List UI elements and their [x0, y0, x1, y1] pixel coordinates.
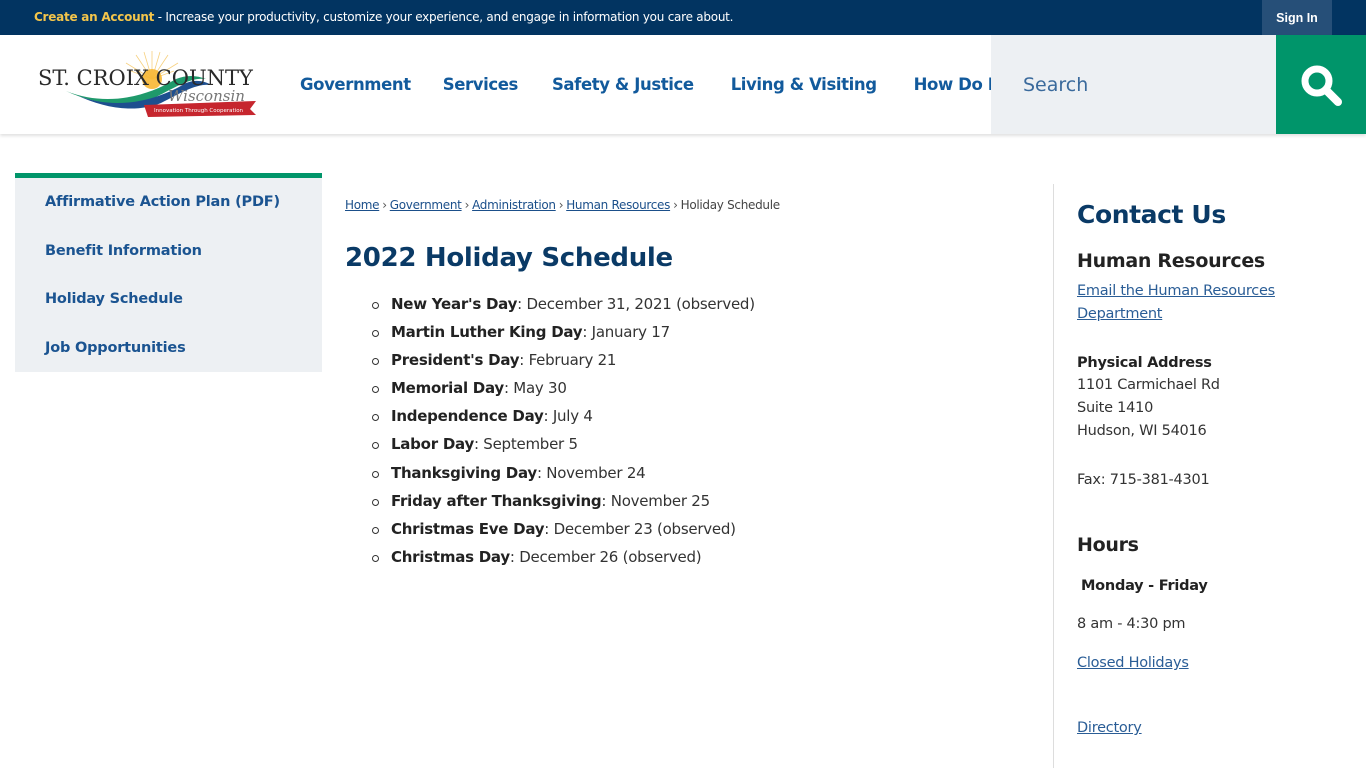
- list-item: Labor Day: September 5: [372, 432, 755, 460]
- email-link-line1: Email the Human Resources: [1077, 283, 1275, 299]
- nav-safety-justice[interactable]: Safety & Justice: [552, 75, 694, 94]
- holiday-list: New Year's Day: December 31, 2021 (obser…: [372, 292, 755, 573]
- holiday-name: New Year's Day: [391, 295, 518, 313]
- list-item: Friday after Thanksgiving: November 25: [372, 489, 755, 517]
- create-account-promo: Create an Account - Increase your produc…: [34, 10, 733, 24]
- breadcrumb: Home › Government › Administration › Human Res…: [345, 198, 780, 212]
- logo-graphic: ST. CROIX COUNTY Wisconsin Innovation Th…: [38, 51, 256, 117]
- breadcrumb-separator: ›: [558, 198, 564, 212]
- list-item: New Year's Day: December 31, 2021 (obser…: [372, 292, 755, 320]
- email-department-link[interactable]: Email the Human Resources Department: [1077, 280, 1275, 326]
- sidebar-item-holiday-schedule[interactable]: Holiday Schedule: [45, 291, 183, 307]
- holiday-name: President's Day: [391, 351, 520, 370]
- nav-government[interactable]: Government: [300, 75, 411, 94]
- closed-holidays-link[interactable]: Closed Holidays: [1077, 652, 1189, 675]
- holiday-date: : November 25: [601, 491, 710, 510]
- section-sidebar-nav: Affirmative Action Plan (PDF) Benefit In…: [15, 173, 322, 372]
- physical-address-label: Physical Address: [1077, 355, 1212, 371]
- search-button[interactable]: [1276, 35, 1366, 134]
- search-icon: [1301, 65, 1342, 106]
- holiday-name: Martin Luther King Day: [391, 323, 583, 342]
- breadcrumb-separator: ›: [673, 198, 678, 212]
- breadcrumb-human-resources[interactable]: Human Resources: [566, 198, 670, 212]
- holiday-name: Memorial Day: [391, 379, 504, 398]
- holiday-date: : July 4: [543, 407, 593, 426]
- create-account-link[interactable]: Create an Account: [34, 10, 154, 24]
- holiday-date: : January 17: [582, 323, 670, 342]
- breadcrumb-current: Holiday Schedule: [680, 198, 781, 212]
- breadcrumb-home[interactable]: Home: [345, 198, 380, 212]
- holiday-name: Labor Day: [391, 435, 474, 454]
- sidebar-item-benefit-information[interactable]: Benefit Information: [45, 243, 202, 259]
- department-name: Human Resources: [1077, 250, 1265, 272]
- list-item: Independence Day: July 4: [372, 404, 755, 432]
- holiday-name: Christmas Day: [391, 547, 510, 566]
- sign-in-button[interactable]: Sign In: [1262, 0, 1332, 35]
- address-line: 1101 Carmichael Rd: [1077, 377, 1220, 393]
- list-item: Christmas Eve Day: December 23 (observed…: [372, 517, 755, 545]
- hours-title: Hours: [1077, 534, 1139, 556]
- holiday-date: : December 23 (observed): [544, 519, 736, 538]
- sidebar-item-affirmative-action-plan[interactable]: Affirmative Action Plan (PDF): [45, 194, 280, 210]
- holiday-date: : September 5: [473, 435, 578, 454]
- email-link-line2: Department: [1077, 306, 1163, 322]
- holiday-date: : May 30: [503, 379, 567, 398]
- search-box: [991, 35, 1276, 134]
- fax-number: Fax: 715-381-4301: [1077, 472, 1210, 488]
- logo-tagline: Innovation Through Cooperation: [154, 108, 244, 114]
- nav-services[interactable]: Services: [443, 75, 519, 94]
- holiday-name: Christmas Eve Day: [391, 519, 545, 538]
- holiday-name: Thanksgiving Day: [391, 463, 537, 482]
- address-line: Hudson, WI 54016: [1077, 423, 1207, 439]
- main-nav: Government Services Safety & Justice Liv…: [300, 35, 1043, 134]
- holiday-name: Friday after Thanksgiving: [391, 491, 602, 510]
- list-item: President's Day: February 21: [372, 348, 755, 376]
- holiday-date: : December 31, 2021 (observed): [517, 295, 755, 313]
- breadcrumb-government[interactable]: Government: [390, 198, 462, 212]
- contact-title: Contact Us: [1077, 200, 1226, 229]
- list-item: Christmas Day: December 26 (observed): [372, 545, 755, 573]
- directory-link[interactable]: Directory: [1077, 717, 1142, 740]
- page-title: 2022 Holiday Schedule: [345, 243, 673, 273]
- nav-living-visiting[interactable]: Living & Visiting: [731, 75, 877, 94]
- holiday-date: : February 21: [519, 351, 617, 370]
- column-divider: [1053, 184, 1054, 768]
- holiday-date: : December 26 (observed): [509, 547, 702, 566]
- holiday-name: Independence Day: [391, 407, 544, 426]
- list-item: Memorial Day: May 30: [372, 376, 755, 404]
- list-item: Thanksgiving Day: November 24: [372, 461, 755, 489]
- holiday-date: : November 24: [536, 463, 646, 482]
- top-bar: Create an Account - Increase your produc…: [0, 0, 1366, 35]
- address-line: Suite 1410: [1077, 400, 1154, 416]
- promo-text: - Increase your productivity, customize …: [154, 10, 734, 24]
- search-input[interactable]: [991, 35, 1276, 134]
- breadcrumb-separator: ›: [382, 198, 387, 212]
- list-item: Martin Luther King Day: January 17: [372, 320, 755, 348]
- county-logo[interactable]: ST. CROIX COUNTY Wisconsin Innovation Th…: [36, 49, 258, 121]
- breadcrumb-administration[interactable]: Administration: [472, 198, 556, 212]
- hours-time: 8 am - 4:30 pm: [1077, 616, 1186, 632]
- hours-days: Monday - Friday: [1081, 578, 1208, 594]
- site-header: ST. CROIX COUNTY Wisconsin Innovation Th…: [0, 35, 1366, 134]
- breadcrumb-separator: ›: [464, 198, 470, 212]
- sidebar-item-job-opportunities[interactable]: Job Opportunities: [45, 340, 186, 356]
